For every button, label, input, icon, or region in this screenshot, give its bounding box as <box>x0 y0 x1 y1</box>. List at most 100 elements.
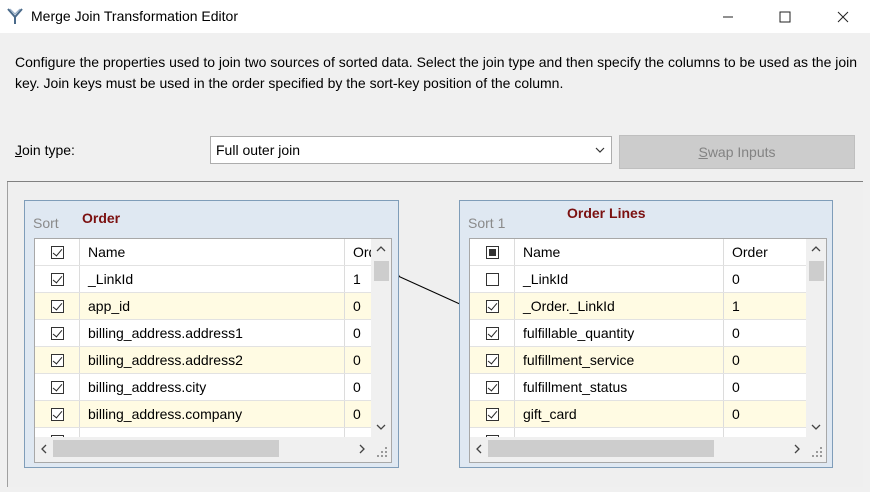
row-checkbox-cell[interactable] <box>470 266 515 292</box>
canvas-divider <box>7 181 863 182</box>
resize-grip-icon[interactable] <box>806 437 826 462</box>
grip-dots-icon <box>812 447 822 457</box>
row-checkbox[interactable] <box>485 353 499 367</box>
resize-grip-icon[interactable] <box>371 437 391 462</box>
row-checkbox-cell[interactable] <box>470 320 515 346</box>
row-checkbox-cell[interactable] <box>35 347 80 373</box>
vertical-scroll-thumb[interactable] <box>374 261 389 281</box>
row-checkbox[interactable] <box>485 326 499 340</box>
table-row[interactable]: fulfillment_status 0 <box>470 374 806 401</box>
chevron-right-icon <box>359 444 365 453</box>
swap-inputs-button[interactable]: Swap Inputs <box>619 135 855 169</box>
table-row[interactable]: fulfillment_service 0 <box>470 347 806 374</box>
row-checkbox-cell[interactable] <box>470 374 515 400</box>
table-row[interactable]: fulfillable_quantity 0 <box>470 320 806 347</box>
panel-header[interactable]: Sort Order <box>25 201 398 238</box>
vertical-scrollbar[interactable] <box>371 239 391 437</box>
table-row[interactable]: gift_card 0 <box>470 401 806 428</box>
join-type-label-accel: J <box>15 142 22 158</box>
select-all-checkbox-cell[interactable] <box>470 239 515 265</box>
horizontal-scroll-thumb[interactable] <box>488 440 714 457</box>
table-row[interactable]: _LinkId 0 <box>470 266 806 293</box>
vertical-scroll-thumb[interactable] <box>809 261 824 281</box>
row-checkbox[interactable] <box>50 353 64 367</box>
scroll-down-button[interactable] <box>371 417 391 437</box>
minimize-button[interactable] <box>705 0 751 33</box>
scroll-left-button[interactable] <box>470 437 488 460</box>
table-row[interactable]: billing_address.address2 0 <box>35 347 371 374</box>
name-column-header[interactable]: Name <box>81 239 345 265</box>
column-order: 0 <box>353 298 361 314</box>
row-checkbox[interactable] <box>50 380 64 394</box>
column-order: 0 <box>353 406 361 422</box>
column-name: _LinkId <box>81 266 345 292</box>
row-checkbox[interactable] <box>485 407 499 421</box>
order-column-header[interactable]: Order <box>346 239 371 265</box>
row-checkbox-cell[interactable] <box>35 401 80 427</box>
name-column-header[interactable]: Name <box>516 239 724 265</box>
left-input-panel[interactable]: Sort Order Name Order _LinkId 1 app_id 0… <box>24 200 399 468</box>
panel-title: Order <box>82 210 121 226</box>
join-type-label-rest: oin type: <box>22 142 75 158</box>
row-checkbox[interactable] <box>485 299 499 313</box>
chevron-up-icon <box>376 246 386 252</box>
horizontal-scrollbar[interactable] <box>470 437 806 462</box>
columns-grid[interactable]: Name Order _LinkId 1 app_id 0 billing_ad… <box>34 238 392 463</box>
row-checkbox-cell[interactable] <box>35 374 80 400</box>
chevron-up-icon <box>811 246 821 252</box>
scroll-down-button[interactable] <box>806 417 826 437</box>
scroll-up-button[interactable] <box>806 239 826 259</box>
join-type-label: Join type: <box>15 142 75 158</box>
join-type-select[interactable]: Full outer join <box>210 136 612 164</box>
select-all-checkbox-cell[interactable] <box>35 239 80 265</box>
table-row[interactable]: billing_address.city 0 <box>35 374 371 401</box>
right-input-panel[interactable]: Sort 1 Order Lines Name Order _LinkId 0 … <box>459 200 833 468</box>
merge-join-icon <box>7 8 23 24</box>
scroll-left-button[interactable] <box>35 437 53 460</box>
maximize-icon <box>779 11 791 22</box>
column-order: 0 <box>732 352 740 368</box>
row-checkbox[interactable] <box>50 326 64 340</box>
row-checkbox-cell[interactable] <box>470 401 515 427</box>
column-name: billing_address.company <box>81 401 345 427</box>
chevron-down-icon <box>376 424 386 430</box>
order-column-header[interactable]: Order <box>725 239 806 265</box>
row-checkbox[interactable] <box>50 407 64 421</box>
row-checkbox[interactable] <box>50 272 64 286</box>
column-order: 1 <box>353 271 361 287</box>
row-checkbox-cell[interactable] <box>35 266 80 292</box>
select-all-checkbox[interactable] <box>50 245 64 259</box>
table-row[interactable]: _Order._LinkId 1 <box>470 293 806 320</box>
maximize-button[interactable] <box>762 0 808 33</box>
grid-header-row: Name Order <box>35 239 371 266</box>
row-checkbox-cell[interactable] <box>35 320 80 346</box>
table-row[interactable]: billing_address.company 0 <box>35 401 371 428</box>
column-order: 0 <box>353 352 361 368</box>
column-name: gift_card <box>516 401 724 427</box>
chevron-left-icon <box>476 444 482 453</box>
scroll-right-button[interactable] <box>353 437 371 460</box>
table-row[interactable]: _LinkId 1 <box>35 266 371 293</box>
scroll-right-button[interactable] <box>788 437 806 460</box>
row-checkbox[interactable] <box>485 272 499 286</box>
panel-header[interactable]: Sort 1 Order Lines <box>460 201 832 238</box>
row-checkbox-cell[interactable] <box>470 347 515 373</box>
table-row[interactable]: app_id 0 <box>35 293 371 320</box>
row-checkbox-cell[interactable] <box>35 293 80 319</box>
column-order: 0 <box>353 325 361 341</box>
columns-grid[interactable]: Name Order _LinkId 0 _Order._LinkId 1 fu… <box>469 238 827 463</box>
description-text: Configure the properties used to join tw… <box>15 54 858 91</box>
column-order: 0 <box>732 271 740 287</box>
row-checkbox[interactable] <box>485 380 499 394</box>
scroll-up-button[interactable] <box>371 239 391 259</box>
chevron-down-icon <box>811 424 821 430</box>
swap-inputs-accel: S <box>698 144 708 160</box>
row-checkbox-cell[interactable] <box>470 293 515 319</box>
vertical-scrollbar[interactable] <box>806 239 826 437</box>
horizontal-scrollbar[interactable] <box>35 437 371 462</box>
select-all-checkbox[interactable] <box>485 245 499 259</box>
table-row[interactable]: billing_address.address1 0 <box>35 320 371 347</box>
row-checkbox[interactable] <box>50 299 64 313</box>
horizontal-scroll-thumb[interactable] <box>53 440 279 457</box>
close-button[interactable] <box>820 0 866 33</box>
